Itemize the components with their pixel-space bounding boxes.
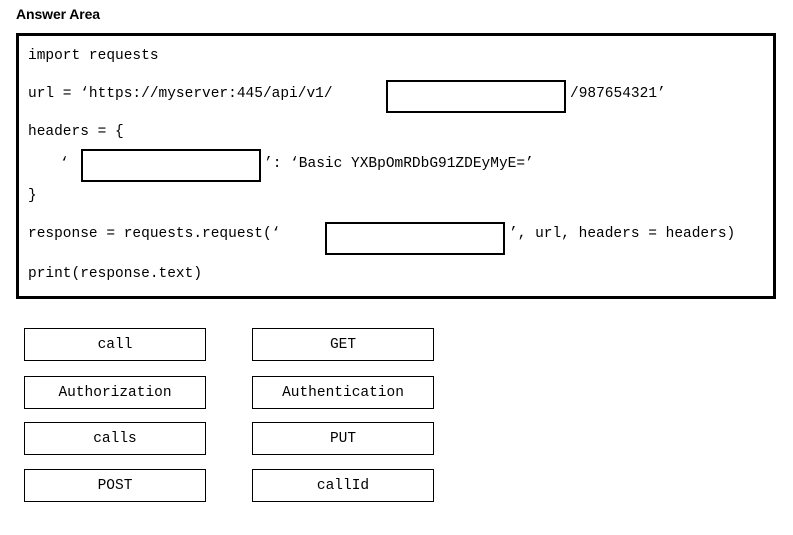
option-tile-post[interactable]: POST xyxy=(24,469,206,502)
option-tile-calls[interactable]: calls xyxy=(24,422,206,455)
code-line-header-quote-open: ‘ xyxy=(60,156,69,172)
option-tile-get[interactable]: GET xyxy=(252,328,434,361)
option-tile-authentication[interactable]: Authentication xyxy=(252,376,434,409)
code-line-response-suffix: ’, url, headers = headers) xyxy=(509,226,736,242)
code-line-headers-open: headers = { xyxy=(28,124,124,140)
code-line-url-suffix: /987654321’ xyxy=(570,86,666,102)
code-line-url-prefix: url = ‘https://myserver:445/api/v1/ xyxy=(28,86,333,102)
page-title: Answer Area xyxy=(16,6,100,22)
code-answer-panel: import requests url = ‘https://myserver:… xyxy=(16,33,776,299)
code-line-import: import requests xyxy=(28,48,159,64)
option-tile-callid[interactable]: callId xyxy=(252,469,434,502)
option-tile-authorization[interactable]: Authorization xyxy=(24,376,206,409)
code-line-brace-close: } xyxy=(28,188,37,204)
option-tile-put[interactable]: PUT xyxy=(252,422,434,455)
drop-target-http-method[interactable] xyxy=(325,222,505,255)
option-tile-call[interactable]: call xyxy=(24,328,206,361)
code-line-header-value: ’: ‘Basic YXBpOmRDbG91ZDEyMyE=’ xyxy=(264,156,534,172)
drop-target-url-path-segment[interactable] xyxy=(386,80,566,113)
code-line-response-prefix: response = requests.request(‘ xyxy=(28,226,281,242)
code-line-print: print(response.text) xyxy=(28,266,203,282)
drop-target-header-key[interactable] xyxy=(81,149,261,182)
